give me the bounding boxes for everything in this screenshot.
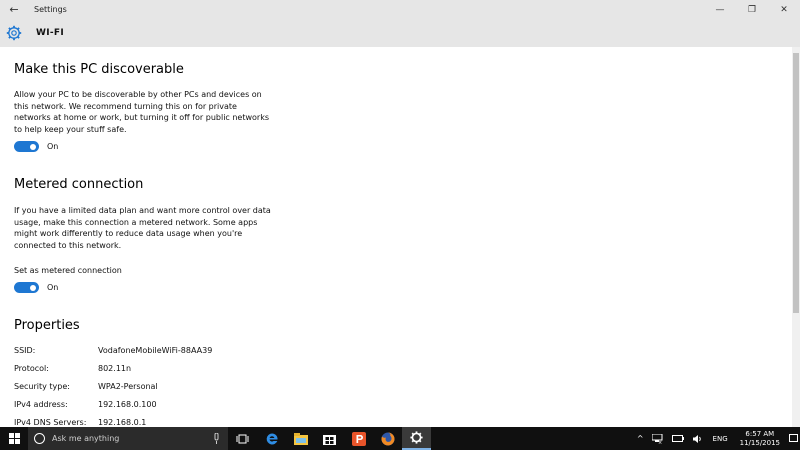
- edge-browser-button[interactable]: [257, 427, 286, 450]
- toggle-knob: [30, 284, 36, 291]
- scrollbar[interactable]: [792, 47, 800, 427]
- system-tray: ^ × ENG 6:57 AM 11/15/2015: [633, 427, 800, 450]
- page-title: WI-FI: [36, 28, 65, 38]
- folder-icon: [293, 432, 308, 445]
- task-view-button[interactable]: [228, 427, 257, 450]
- cortana-icon: [34, 433, 45, 444]
- close-button[interactable]: ✕: [768, 0, 800, 19]
- property-row: SSID: VodafoneMobileWiFi-88AA39: [14, 346, 212, 355]
- app-title: Settings: [34, 5, 67, 14]
- cortana-search-box[interactable]: Ask me anything: [28, 427, 228, 450]
- settings-content: Make this PC discoverable Allow your PC …: [14, 47, 774, 427]
- metered-toggle-label: On: [47, 283, 59, 292]
- property-value: 802.11n: [98, 364, 132, 373]
- discoverable-toggle[interactable]: [14, 141, 39, 152]
- clock[interactable]: 6:57 AM 11/15/2015: [740, 430, 780, 448]
- property-key: IPv4 DNS Servers:: [14, 418, 87, 427]
- gear-icon: [410, 431, 423, 444]
- discoverable-description: Allow your PC to be discoverable by othe…: [14, 90, 270, 134]
- property-row: Security type: WPA2-Personal: [14, 382, 158, 391]
- properties-heading: Properties: [14, 318, 80, 333]
- settings-app-button[interactable]: [402, 427, 431, 450]
- discoverable-toggle-row: On: [14, 141, 58, 152]
- metered-heading: Metered connection: [14, 177, 144, 192]
- file-explorer-button[interactable]: [286, 427, 315, 450]
- property-value: VodafoneMobileWiFi-88AA39: [98, 346, 213, 355]
- notifications-icon: [788, 434, 798, 442]
- property-row: IPv4 DNS Servers: 192.168.0.1: [14, 418, 146, 427]
- psiphon-button[interactable]: [344, 427, 373, 450]
- property-value: 192.168.0.100: [98, 400, 157, 409]
- metered-toggle[interactable]: [14, 282, 39, 293]
- edge-icon: [266, 432, 278, 444]
- search-placeholder: Ask me anything: [52, 434, 120, 443]
- gear-icon: [6, 25, 22, 41]
- task-view-icon: [236, 434, 249, 443]
- show-hidden-icons-chevron-icon[interactable]: ^: [637, 434, 644, 443]
- taskbar: Ask me anything ^ × ENG 6:57 AM 11/15/20…: [0, 427, 800, 450]
- restore-icon: ❐: [747, 4, 757, 15]
- title-bar: ← Settings — ❐ ✕: [0, 0, 800, 19]
- action-center-button[interactable]: [786, 427, 800, 450]
- firefox-button[interactable]: [373, 427, 402, 450]
- property-value: WPA2-Personal: [98, 382, 158, 391]
- window-controls: — ❐ ✕: [704, 0, 800, 19]
- start-button[interactable]: [0, 427, 28, 450]
- scrollbar-thumb[interactable]: [793, 53, 799, 313]
- store-button[interactable]: [315, 427, 344, 450]
- network-status-icon[interactable]: ×: [651, 433, 664, 444]
- page-header: WI-FI: [0, 19, 800, 47]
- battery-icon[interactable]: [671, 435, 684, 442]
- discoverable-toggle-label: On: [47, 142, 59, 151]
- clock-date: 11/15/2015: [739, 438, 780, 447]
- volume-icon[interactable]: [692, 434, 703, 444]
- metered-toggle-row: On: [14, 282, 58, 293]
- clock-time: 6:57 AM: [745, 429, 775, 438]
- minimize-button[interactable]: —: [704, 0, 736, 19]
- input-language-indicator[interactable]: ENG: [713, 435, 728, 443]
- metered-description: If you have a limited data plan and want…: [14, 206, 271, 250]
- back-button[interactable]: ←: [0, 0, 28, 19]
- psiphon-icon: [351, 431, 366, 446]
- toggle-knob: [30, 143, 36, 150]
- store-icon: [323, 435, 336, 445]
- firefox-icon: [381, 432, 394, 445]
- back-arrow-icon: ←: [9, 3, 19, 16]
- metered-setting-label: Set as metered connection: [14, 266, 122, 275]
- property-value: 192.168.0.1: [98, 418, 147, 427]
- property-row: IPv4 address: 192.168.0.100: [14, 400, 157, 409]
- restore-button[interactable]: ❐: [736, 0, 768, 19]
- minimize-icon: —: [715, 4, 725, 15]
- close-icon: ✕: [780, 4, 788, 15]
- property-row: Protocol: 802.11n: [14, 364, 131, 373]
- windows-logo-icon: [8, 433, 20, 444]
- property-key: Security type:: [14, 382, 70, 391]
- discoverable-heading: Make this PC discoverable: [14, 62, 184, 77]
- svg-text:×: ×: [658, 440, 662, 444]
- microphone-icon[interactable]: [213, 433, 220, 444]
- property-key: SSID:: [14, 346, 36, 355]
- property-key: IPv4 address:: [14, 400, 68, 409]
- property-key: Protocol:: [14, 364, 49, 373]
